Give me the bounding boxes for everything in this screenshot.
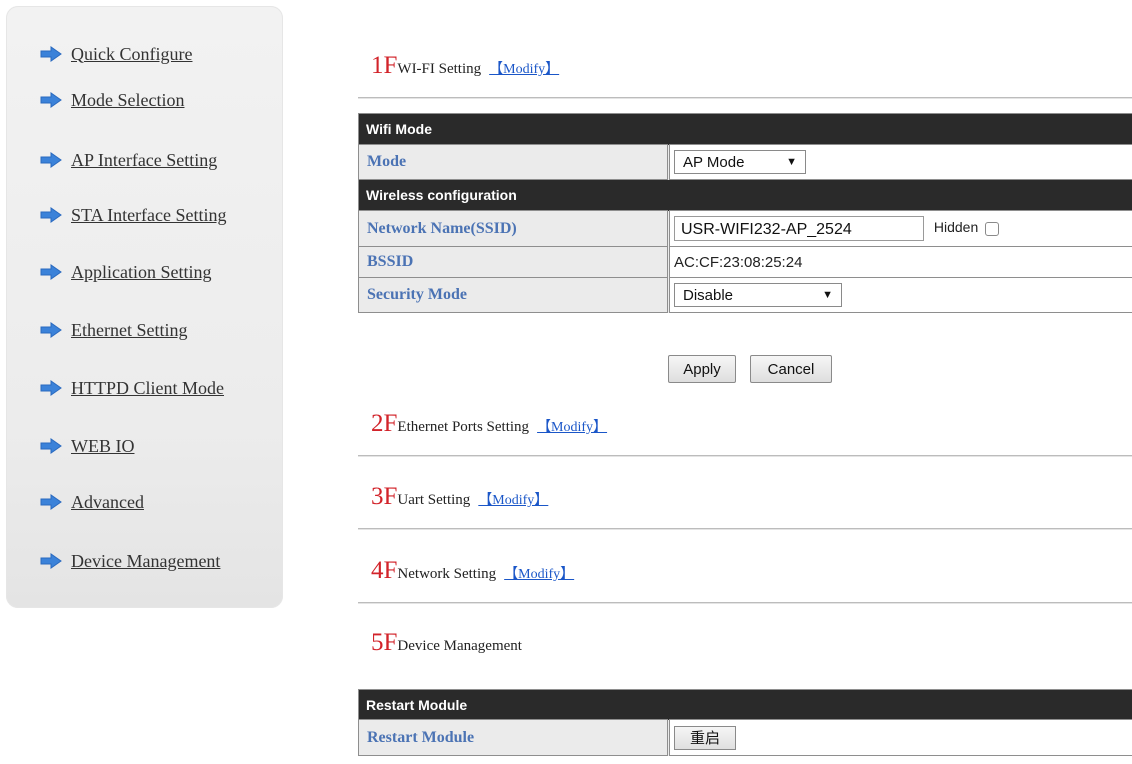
hidden-checkbox[interactable] bbox=[985, 221, 1000, 236]
ssid-label: Network Name(SSID) bbox=[358, 210, 669, 247]
right-arrow-icon bbox=[40, 46, 62, 62]
sidebar-item-web-io[interactable]: WEB IO bbox=[40, 433, 134, 459]
right-arrow-icon bbox=[40, 152, 62, 168]
mode-select-value: AP Mode bbox=[683, 153, 745, 171]
sidebar-item-label: STA Interface Setting bbox=[71, 204, 227, 225]
divider bbox=[358, 455, 1132, 456]
bssid-value: AC:CF:23:08:25:24 bbox=[667, 246, 1132, 278]
right-arrow-icon bbox=[40, 438, 62, 454]
sidebar-item-label: HTTPD Client Mode bbox=[71, 377, 224, 398]
floor-label: 3F bbox=[371, 483, 398, 510]
section-title-text: Device Management bbox=[397, 638, 522, 654]
section-title-text: Ethernet Ports Setting bbox=[397, 419, 530, 435]
section-title-text: Network Setting bbox=[397, 566, 497, 582]
right-arrow-icon bbox=[40, 553, 62, 569]
security-mode-label: Security Mode bbox=[358, 277, 669, 313]
section-title-ethernet-ports: 2F Ethernet Ports Setting 【Modify】 bbox=[371, 410, 607, 438]
floor-label: 5F bbox=[371, 629, 398, 656]
cancel-button[interactable]: Cancel bbox=[750, 355, 832, 383]
apply-button[interactable]: Apply bbox=[668, 355, 736, 383]
security-mode-select-value: Disable bbox=[683, 286, 734, 304]
sidebar-item-label: Advanced bbox=[71, 491, 144, 512]
security-mode-select[interactable]: Disable ▼ bbox=[674, 283, 842, 307]
wifi-settings-table: Wifi Mode Mode AP Mode ▼ Wireless config… bbox=[358, 113, 1132, 313]
right-arrow-icon bbox=[40, 380, 62, 396]
modify-link-ethernet-ports[interactable]: 【Modify】 bbox=[537, 416, 607, 436]
restart-module-cell: 重启 bbox=[667, 719, 1132, 756]
section-title-device-management: 5F Device Management bbox=[371, 629, 522, 657]
sidebar-menu: Quick Configure Mode Selection AP Interf… bbox=[6, 6, 283, 608]
divider bbox=[358, 528, 1132, 529]
device-management-table: Restart Module Restart Module 重启 bbox=[358, 689, 1132, 756]
sidebar-item-advanced[interactable]: Advanced bbox=[40, 489, 144, 515]
section-title-wifi: 1F WI-FI Setting 【Modify】 bbox=[371, 52, 559, 80]
right-arrow-icon bbox=[40, 264, 62, 280]
sidebar-item-label: Application Setting bbox=[71, 261, 212, 282]
sidebar-item-device-management[interactable]: Device Management bbox=[40, 548, 220, 574]
floor-label: 1F bbox=[371, 52, 398, 79]
modify-link-uart[interactable]: 【Modify】 bbox=[478, 489, 548, 509]
restart-module-label: Restart Module bbox=[358, 719, 669, 756]
mode-label: Mode bbox=[358, 144, 669, 180]
sidebar-item-ethernet-setting[interactable]: Ethernet Setting bbox=[40, 317, 187, 343]
section-title-network: 4F Network Setting 【Modify】 bbox=[371, 557, 574, 585]
modify-link-network[interactable]: 【Modify】 bbox=[504, 563, 574, 583]
sidebar-item-label: Ethernet Setting bbox=[71, 319, 188, 340]
restart-module-header: Restart Module bbox=[358, 689, 1132, 720]
section-title-text: Uart Setting bbox=[397, 492, 471, 508]
divider bbox=[358, 602, 1132, 603]
sidebar-item-label: Quick Configure bbox=[71, 43, 193, 64]
sidebar-item-label: WEB IO bbox=[71, 435, 135, 456]
divider bbox=[358, 97, 1132, 98]
hidden-label: Hidden bbox=[933, 219, 979, 236]
section-title-text: WI-FI Setting bbox=[397, 61, 482, 77]
sidebar-item-quick-configure[interactable]: Quick Configure bbox=[40, 41, 192, 67]
security-mode-cell: Disable ▼ bbox=[667, 277, 1132, 313]
sidebar-item-ap-interface-setting[interactable]: AP Interface Setting bbox=[40, 147, 217, 173]
bssid-label: BSSID bbox=[358, 246, 669, 278]
sidebar-item-application-setting[interactable]: Application Setting bbox=[40, 259, 211, 285]
dropdown-caret-icon: ▼ bbox=[822, 289, 833, 301]
sidebar-item-label: AP Interface Setting bbox=[71, 149, 218, 170]
restart-button[interactable]: 重启 bbox=[674, 725, 736, 750]
ssid-input[interactable]: USR-WIFI232-AP_2524 bbox=[674, 216, 924, 241]
right-arrow-icon bbox=[40, 494, 62, 510]
sidebar-item-label: Mode Selection bbox=[71, 89, 185, 110]
right-arrow-icon bbox=[40, 92, 62, 108]
modify-link-wifi[interactable]: 【Modify】 bbox=[489, 58, 559, 78]
sidebar-item-mode-selection[interactable]: Mode Selection bbox=[40, 87, 184, 113]
wifi-mode-header: Wifi Mode bbox=[358, 113, 1132, 145]
sidebar-item-httpd-client-mode[interactable]: HTTPD Client Mode bbox=[40, 375, 224, 401]
dropdown-caret-icon: ▼ bbox=[786, 156, 797, 168]
floor-label: 2F bbox=[371, 410, 398, 437]
section-title-uart: 3F Uart Setting 【Modify】 bbox=[371, 483, 548, 511]
floor-label: 4F bbox=[371, 557, 398, 584]
right-arrow-icon bbox=[40, 207, 62, 223]
sidebar-item-label: Device Management bbox=[71, 550, 221, 571]
ssid-cell: USR-WIFI232-AP_2524 Hidden bbox=[667, 210, 1132, 247]
mode-select[interactable]: AP Mode ▼ bbox=[674, 150, 806, 174]
sidebar-item-sta-interface-setting[interactable]: STA Interface Setting bbox=[40, 202, 227, 228]
mode-cell: AP Mode ▼ bbox=[667, 144, 1132, 180]
right-arrow-icon bbox=[40, 322, 62, 338]
wireless-config-header: Wireless configuration bbox=[358, 179, 1132, 211]
